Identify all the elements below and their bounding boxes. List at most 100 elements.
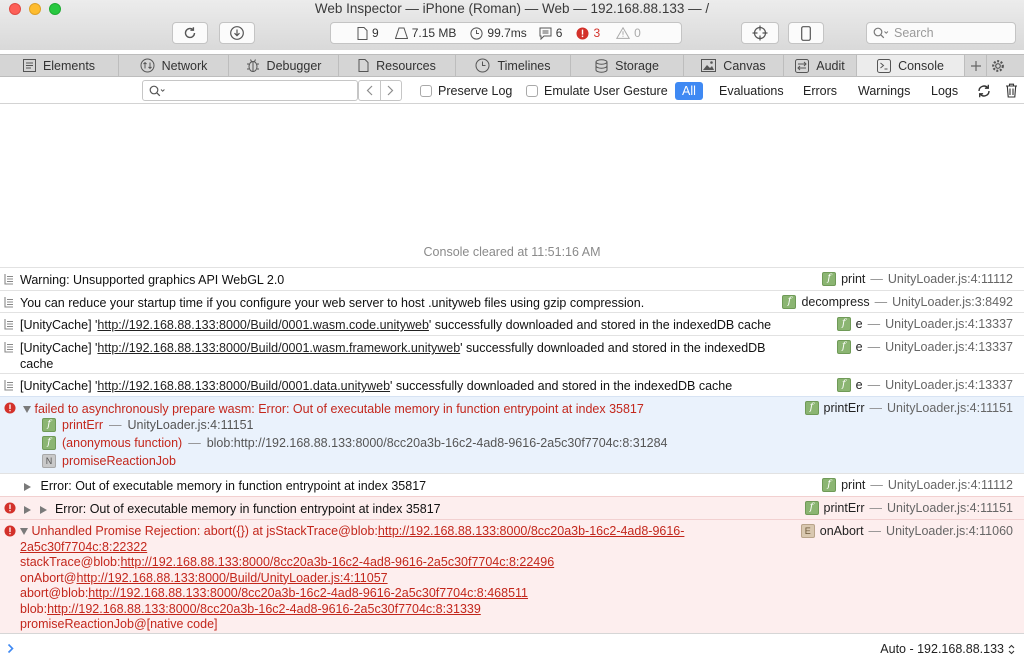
function-badge-icon: f xyxy=(836,340,851,354)
elements-icon xyxy=(22,59,36,72)
console-filter-input[interactable] xyxy=(142,80,358,101)
previous-result-button[interactable] xyxy=(359,81,381,100)
function-badge-icon: f xyxy=(822,272,837,286)
disclosure-triangle-icon[interactable] xyxy=(24,505,31,514)
log-icon xyxy=(4,380,13,391)
crosshair-icon xyxy=(752,25,768,41)
call-location[interactable]: f e — UnityLoader.js:4:13337 xyxy=(836,378,1013,392)
message-text: failed to asynchronously prepare wasm: E… xyxy=(23,401,644,417)
source-link[interactable]: UnityLoader.js:4:11112 xyxy=(888,272,1013,286)
stack-frame[interactable]: f printErr — UnityLoader.js:4:11151 xyxy=(42,418,254,432)
tab-canvas[interactable]: Canvas xyxy=(684,55,784,76)
plus-icon xyxy=(970,60,981,71)
disclosure-triangle-icon[interactable] xyxy=(23,406,31,414)
console-message[interactable]: You can reduce your startup time if you … xyxy=(0,290,1024,312)
error-icon xyxy=(4,525,16,537)
source-link[interactable]: blob:http://192.168.88.133:8000/8cc20a3b… xyxy=(207,436,668,450)
console-prompt[interactable]: Auto - 192.168.88.133 xyxy=(0,633,1024,664)
scope-errors[interactable]: Errors xyxy=(796,82,844,100)
settings-button[interactable] xyxy=(987,55,1009,76)
search-placeholder: Search xyxy=(894,26,934,40)
error-icon xyxy=(4,402,16,414)
tab-console[interactable]: Console xyxy=(857,55,965,76)
call-location[interactable]: f printErr — UnityLoader.js:4:11151 xyxy=(804,401,1013,415)
warning-count[interactable]: 0 xyxy=(610,26,651,40)
resource-url-link[interactable]: http://192.168.88.133:8000/Build/0001.wa… xyxy=(97,318,429,332)
log-count[interactable]: 6 xyxy=(537,26,573,40)
reload-clears-log-button[interactable] xyxy=(976,83,992,99)
disclosure-triangle-icon[interactable] xyxy=(24,482,31,491)
call-location[interactable]: f e — UnityLoader.js:4:13337 xyxy=(836,317,1013,331)
console-message[interactable]: Warning: Unsupported graphics API WebGL … xyxy=(0,267,1024,290)
tab-network[interactable]: Network xyxy=(119,55,229,76)
preserve-log-box[interactable] xyxy=(420,85,432,97)
call-location[interactable]: f print — UnityLoader.js:4:11112 xyxy=(822,478,1013,492)
message-text: [UnityCache] 'http://192.168.88.133:8000… xyxy=(20,379,733,393)
source-link[interactable]: UnityLoader.js:4:11151 xyxy=(127,418,253,432)
console-message[interactable]: Error: Out of executable memory in funct… xyxy=(0,473,1024,496)
console-error-message[interactable]: failed to asynchronously prepare wasm: E… xyxy=(0,396,1024,473)
call-location[interactable]: f printErr — UnityLoader.js:4:11151 xyxy=(804,501,1013,515)
emulate-gesture-checkbox[interactable]: Emulate User Gesture xyxy=(526,84,668,98)
load-time[interactable]: 99.7ms xyxy=(466,26,536,40)
disclosure-triangle-icon[interactable] xyxy=(20,528,28,536)
source-link[interactable]: UnityLoader.js:4:11112 xyxy=(888,478,1013,492)
source-link[interactable]: UnityLoader.js:4:11151 xyxy=(887,501,1013,515)
inspect-element-button[interactable] xyxy=(741,22,779,44)
tab-debugger[interactable]: Debugger xyxy=(229,55,339,76)
chevron-left-icon xyxy=(366,85,373,96)
search-field[interactable]: Search xyxy=(866,22,1016,44)
source-link[interactable]: UnityLoader.js:4:13337 xyxy=(885,340,1013,354)
console-message[interactable]: [UnityCache] 'http://192.168.88.133:8000… xyxy=(0,335,1024,373)
tab-storage[interactable]: Storage xyxy=(571,55,684,76)
scope-logs[interactable]: Logs xyxy=(924,82,965,100)
tab-timelines[interactable]: Timelines xyxy=(456,55,571,76)
tab-bar: Elements Network Debugger Resources Time… xyxy=(0,54,1024,77)
tab-audit[interactable]: Audit xyxy=(784,55,857,76)
status-bar: 9 7.15 MB 99.7ms 6 3 0 xyxy=(330,22,682,44)
call-location[interactable]: E onAbort — UnityLoader.js:4:11060 xyxy=(800,524,1013,538)
preserve-log-checkbox[interactable]: Preserve Log xyxy=(420,84,512,98)
source-link[interactable]: UnityLoader.js:4:11151 xyxy=(887,401,1013,415)
console-message[interactable]: [UnityCache] 'http://192.168.88.133:8000… xyxy=(0,312,1024,335)
log-icon xyxy=(4,319,13,330)
next-result-button[interactable] xyxy=(381,81,402,100)
source-link[interactable]: UnityLoader.js:4:13337 xyxy=(885,317,1013,331)
tab-elements[interactable]: Elements xyxy=(0,55,119,76)
call-location[interactable]: f decompress — UnityLoader.js:3:8492 xyxy=(782,295,1013,309)
download-button[interactable] xyxy=(219,22,255,44)
error-icon xyxy=(576,27,589,39)
reload-button[interactable] xyxy=(172,22,208,44)
stack-frame[interactable]: N promiseReactionJob xyxy=(42,454,176,468)
scope-all[interactable]: All xyxy=(675,82,703,100)
source-link[interactable]: UnityLoader.js:3:8492 xyxy=(892,295,1013,309)
clear-log-button[interactable] xyxy=(1005,83,1018,98)
stack-frame[interactable]: f (anonymous function) — blob:http://192… xyxy=(42,436,668,450)
tab-resources[interactable]: Resources xyxy=(339,55,456,76)
scope-warnings[interactable]: Warnings xyxy=(851,82,917,100)
chevron-right-icon xyxy=(387,85,394,96)
resource-url-link[interactable]: http://192.168.88.133:8000/Build/0001.da… xyxy=(97,379,390,393)
device-button[interactable] xyxy=(788,22,824,44)
native-badge-icon: N xyxy=(42,454,56,468)
call-location[interactable]: f e — UnityLoader.js:4:13337 xyxy=(836,340,1013,354)
source-link[interactable]: UnityLoader.js:4:13337 xyxy=(885,378,1013,392)
emulate-gesture-box[interactable] xyxy=(526,85,538,97)
new-tab-button[interactable] xyxy=(965,55,987,76)
message-text: You can reduce your startup time if you … xyxy=(20,296,645,310)
source-link[interactable]: UnityLoader.js:4:11060 xyxy=(886,524,1013,538)
function-badge-icon: f xyxy=(822,478,837,492)
console-error-message[interactable]: Unhandled Promise Rejection: abort({}) a… xyxy=(0,519,1024,633)
resource-count[interactable]: 9 xyxy=(331,26,389,40)
resource-url-link[interactable]: http://192.168.88.133:8000/Build/0001.wa… xyxy=(97,341,460,355)
console-error-message[interactable]: Error: Out of executable memory in funct… xyxy=(0,496,1024,519)
error-count[interactable]: 3 xyxy=(572,26,610,40)
object-disclosure-icon[interactable] xyxy=(40,505,48,514)
execution-context-selector[interactable]: Auto - 192.168.88.133 xyxy=(880,642,1015,656)
resource-size[interactable]: 7.15 MB xyxy=(389,26,467,40)
scope-evaluations[interactable]: Evaluations xyxy=(712,82,791,100)
console-message[interactable]: [UnityCache] 'http://192.168.88.133:8000… xyxy=(0,373,1024,396)
search-icon xyxy=(873,27,889,39)
call-location[interactable]: f print — UnityLoader.js:4:11112 xyxy=(822,272,1013,286)
weight-icon xyxy=(394,27,408,39)
